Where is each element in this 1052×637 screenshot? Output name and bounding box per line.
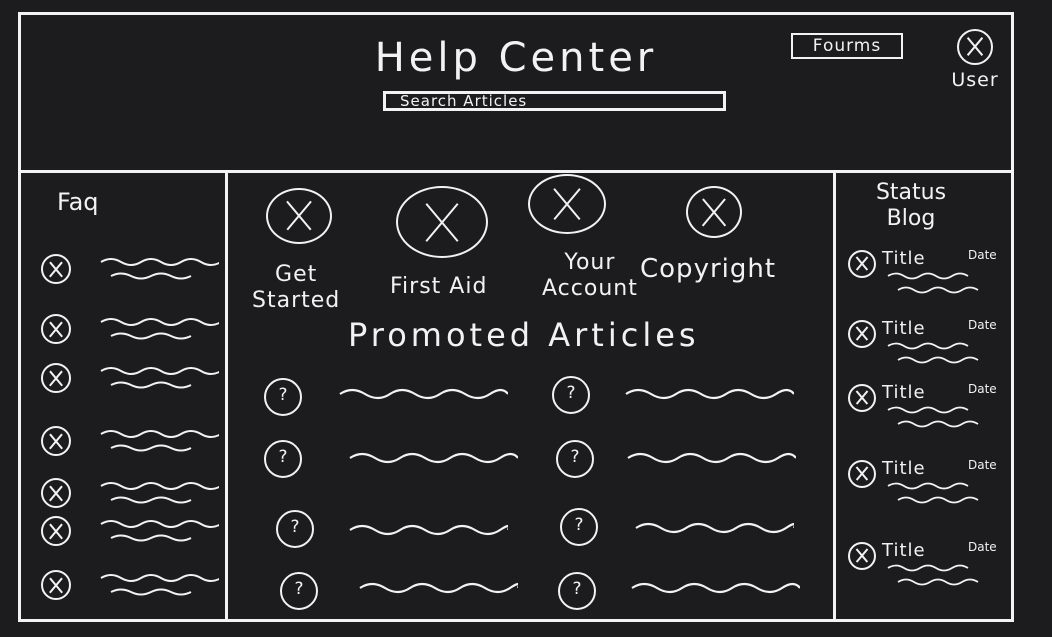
category-label: Get Started (252, 262, 341, 313)
blog-post-text-placeholder (887, 342, 979, 364)
article-question-icon[interactable]: ? (556, 440, 594, 478)
faq-item[interactable] (41, 314, 221, 354)
forums-button[interactable]: Fourms (791, 33, 903, 59)
faq-item-icon (41, 426, 71, 456)
blog-post-text-placeholder (887, 482, 979, 504)
blog-post-icon (848, 542, 876, 570)
user-menu[interactable]: User (945, 29, 1005, 91)
user-label: User (951, 69, 999, 91)
first-aid-icon[interactable] (396, 186, 488, 258)
article-link-placeholder[interactable] (626, 448, 796, 468)
category-label: Your Account (542, 250, 638, 301)
blog-post-title: Title (882, 382, 926, 403)
article-question-icon[interactable]: ? (276, 510, 314, 548)
article-link-placeholder[interactable] (348, 448, 518, 468)
promoted-articles-title: Promoted Articles (348, 316, 700, 354)
article-question-icon[interactable]: ? (560, 508, 598, 546)
faq-item-text-placeholder (100, 430, 219, 452)
status-blog-sidebar: Status Blog Title Date Title Date Title (836, 170, 1014, 622)
faq-item-icon (41, 478, 71, 508)
help-center-page: Help Center Search Articles Fourms User … (18, 12, 1014, 622)
faq-item-icon (41, 254, 71, 284)
article-question-icon[interactable]: ? (558, 572, 596, 610)
faq-item[interactable] (41, 478, 221, 518)
article-link-placeholder[interactable] (338, 384, 508, 404)
blog-post-text-placeholder (887, 272, 979, 294)
faq-item-text-placeholder (100, 318, 219, 340)
faq-item[interactable] (41, 363, 221, 403)
article-link-placeholder[interactable] (358, 578, 518, 598)
faq-item-text-placeholder (100, 574, 219, 596)
faq-sidebar: Faq (21, 170, 228, 622)
category-label: First Aid (390, 274, 488, 299)
blog-post-date: Date (968, 318, 997, 332)
faq-item-text-placeholder (100, 258, 219, 280)
blog-post-title: Title (882, 458, 926, 479)
blog-post-date: Date (968, 248, 997, 262)
article-question-icon[interactable]: ? (264, 378, 302, 416)
article-link-placeholder[interactable] (630, 578, 800, 598)
blog-post-title: Title (882, 248, 926, 269)
blog-post-text-placeholder (887, 406, 979, 428)
faq-item-icon (41, 570, 71, 600)
status-blog-title: Status Blog (875, 180, 947, 231)
blog-post-text-placeholder (887, 564, 979, 586)
search-placeholder: Search Articles (400, 92, 528, 110)
header: Help Center Search Articles Fourms User (21, 15, 1011, 173)
faq-item-text-placeholder (100, 367, 219, 389)
blog-post-item[interactable]: Title Date (848, 540, 1008, 590)
article-question-icon[interactable]: ? (280, 572, 318, 610)
blog-post-icon (848, 460, 876, 488)
get-started-icon[interactable] (266, 188, 332, 244)
blog-post-item[interactable]: Title Date (848, 382, 1008, 432)
article-link-placeholder[interactable] (634, 518, 794, 538)
faq-title: Faq (57, 188, 99, 216)
search-input[interactable]: Search Articles (383, 91, 726, 111)
faq-item[interactable] (41, 254, 221, 294)
faq-item-icon (41, 314, 71, 344)
category-label: Copyright (640, 254, 777, 284)
blog-post-date: Date (968, 458, 997, 472)
article-question-icon[interactable]: ? (264, 440, 302, 478)
blog-post-title: Title (882, 540, 926, 561)
article-question-icon[interactable]: ? (552, 376, 590, 414)
article-link-placeholder[interactable] (348, 520, 508, 540)
faq-item[interactable] (41, 570, 221, 610)
blog-post-item[interactable]: Title Date (848, 318, 1008, 368)
faq-item[interactable] (41, 426, 221, 466)
blog-post-icon (848, 250, 876, 278)
your-account-icon[interactable] (528, 174, 606, 234)
blog-post-icon (848, 384, 876, 412)
faq-item-text-placeholder (100, 482, 219, 504)
main-content: Get Started First Aid Your Account Copyr… (228, 170, 836, 622)
copyright-icon[interactable] (686, 186, 742, 238)
faq-item-text-placeholder (100, 520, 219, 542)
blog-post-item[interactable]: Title Date (848, 248, 1008, 298)
blog-post-item[interactable]: Title Date (848, 458, 1008, 508)
faq-item[interactable] (41, 516, 221, 556)
faq-item-icon (41, 363, 71, 393)
faq-item-icon (41, 516, 71, 546)
blog-post-date: Date (968, 540, 997, 554)
blog-post-title: Title (882, 318, 926, 339)
article-link-placeholder[interactable] (624, 384, 794, 404)
user-avatar-icon[interactable] (957, 29, 993, 65)
blog-post-icon (848, 320, 876, 348)
blog-post-date: Date (968, 382, 997, 396)
